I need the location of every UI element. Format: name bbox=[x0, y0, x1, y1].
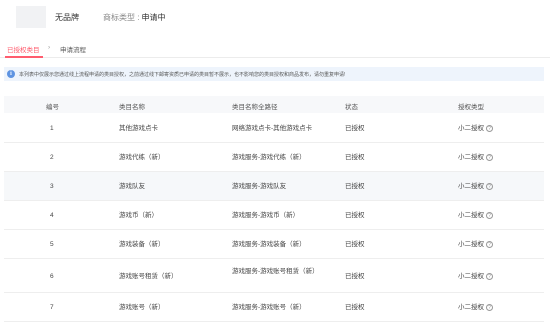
status-text: 已授权 bbox=[345, 154, 365, 161]
page-header: 无品牌 商标类型 : 申请中 bbox=[0, 0, 550, 34]
tab-bar: 已授权类目 › 申请流程 bbox=[0, 38, 550, 58]
auth-type-label: 小二授权 bbox=[458, 154, 484, 161]
table-body: 1 其他游戏点卡 网络游戏点卡-其他游戏点卡 已授权 小二授权? 2 游戏代练（新） 游戏服务… bbox=[4, 113, 544, 322]
notice-banner: i 本列表中仅展示您通过线上流程申请的类目授权，之前通过线下邮寄资质已申请的类目… bbox=[4, 67, 544, 81]
tab-authorized-categories[interactable]: 已授权类目 bbox=[7, 44, 40, 54]
status-text: 已授权 bbox=[345, 304, 365, 311]
auth-type: 小二授权? bbox=[458, 153, 493, 162]
auth-type-label: 小二授权 bbox=[458, 212, 484, 219]
category-path: 游戏服务-游戏代练（新） bbox=[232, 154, 306, 161]
column-header-category-name: 类目名称 bbox=[119, 104, 145, 111]
category-path: 游戏服务-游戏币（新） bbox=[232, 212, 300, 219]
auth-type-label: 小二授权 bbox=[458, 304, 484, 311]
table-header: 编号 类目名称 类目名称全路径 状态 授权类型 bbox=[4, 96, 544, 113]
category-path: 网络游戏点卡-其他游戏点卡 bbox=[232, 125, 313, 132]
auth-type: 小二授权? bbox=[458, 303, 493, 312]
row-number: 3 bbox=[50, 183, 54, 190]
category-path: 游戏服务-游戏账号租赁（新） bbox=[232, 268, 319, 275]
tab-application-process[interactable]: 申请流程 bbox=[60, 44, 86, 54]
auth-type: 小二授权? bbox=[458, 240, 493, 249]
auth-type-label: 小二授权 bbox=[458, 183, 484, 190]
help-icon[interactable]: ? bbox=[486, 124, 493, 132]
help-icon[interactable]: ? bbox=[486, 211, 493, 219]
auth-type: 小二授权? bbox=[458, 211, 493, 220]
category-name: 游戏代练（新） bbox=[119, 154, 165, 161]
active-tab-indicator bbox=[5, 56, 43, 58]
help-icon[interactable]: ? bbox=[486, 272, 493, 280]
row-number: 2 bbox=[50, 154, 54, 161]
auth-type-label: 小二授权 bbox=[458, 273, 484, 280]
category-name: 其他游戏点卡 bbox=[119, 125, 158, 132]
row-number: 7 bbox=[50, 304, 54, 311]
status-text: 已授权 bbox=[345, 125, 365, 132]
category-table: 编号 类目名称 类目名称全路径 状态 授权类型 1 其他游戏点卡 网络游戏点卡-其他… bbox=[4, 96, 544, 322]
help-icon[interactable]: ? bbox=[486, 182, 493, 190]
category-name: 游戏币（新） bbox=[119, 212, 158, 219]
column-header-number: 编号 bbox=[46, 104, 59, 111]
row-number: 5 bbox=[50, 241, 54, 248]
brand-name: 无品牌 bbox=[55, 13, 79, 22]
tab-separator: › bbox=[48, 44, 51, 51]
info-icon: i bbox=[7, 70, 15, 78]
brand-type-label: 商标类型 : bbox=[103, 13, 140, 22]
category-path: 游戏服务-游戏账号（新） bbox=[232, 304, 306, 311]
brand-type-value: 申请中 bbox=[141, 13, 166, 22]
table-row: 2 游戏代练（新） 游戏服务-游戏代练（新） 已授权 小二授权? bbox=[4, 143, 544, 172]
category-name: 游戏账号（新） bbox=[119, 304, 165, 311]
row-number: 6 bbox=[50, 273, 54, 280]
brand-logo bbox=[16, 6, 46, 28]
notice-text: 本列表中仅展示您通过线上流程申请的类目授权，之前通过线下邮寄资质已申请的类目暂不… bbox=[19, 72, 346, 78]
help-icon[interactable]: ? bbox=[486, 240, 493, 248]
help-icon[interactable]: ? bbox=[486, 153, 493, 161]
help-icon[interactable]: ? bbox=[486, 303, 493, 311]
status-text: 已授权 bbox=[345, 241, 365, 248]
auth-type: 小二授权? bbox=[458, 272, 493, 281]
status-text: 已授权 bbox=[345, 183, 365, 190]
table-row: 1 其他游戏点卡 网络游戏点卡-其他游戏点卡 已授权 小二授权? bbox=[4, 113, 544, 143]
table-row: 7 游戏账号（新） 游戏服务-游戏账号（新） 已授权 小二授权? bbox=[4, 293, 544, 322]
auth-type-label: 小二授权 bbox=[458, 125, 484, 132]
category-name: 游戏队友 bbox=[119, 183, 145, 190]
table-row: 6 游戏账号租赁（新） 游戏服务-游戏账号租赁（新） 已授权 小二授权? bbox=[4, 259, 544, 293]
column-header-category-path: 类目名称全路径 bbox=[232, 104, 278, 111]
category-name: 游戏装备（新） bbox=[119, 241, 165, 248]
table-row: 3 游戏队友 游戏服务-游戏队友 已授权 小二授权? bbox=[4, 172, 544, 201]
auth-type-label: 小二授权 bbox=[458, 241, 484, 248]
category-path: 游戏服务-游戏队友 bbox=[232, 183, 287, 190]
table-row: 5 游戏装备（新） 游戏服务-游戏装备（新） 已授权 小二授权? bbox=[4, 230, 544, 259]
row-number: 1 bbox=[50, 125, 54, 132]
status-text: 已授权 bbox=[345, 273, 365, 280]
brand-type: 商标类型 : 申请中 bbox=[103, 12, 165, 23]
column-header-status: 状态 bbox=[345, 104, 358, 111]
table-row: 4 游戏币（新） 游戏服务-游戏币（新） 已授权 小二授权? bbox=[4, 201, 544, 230]
category-path: 游戏服务-游戏装备（新） bbox=[232, 241, 306, 248]
status-text: 已授权 bbox=[345, 212, 365, 219]
auth-type: 小二授权? bbox=[458, 124, 493, 133]
row-number: 4 bbox=[50, 212, 54, 219]
column-header-auth-type: 授权类型 bbox=[458, 104, 484, 111]
auth-type: 小二授权? bbox=[458, 182, 493, 191]
category-name: 游戏账号租赁（新） bbox=[119, 273, 178, 280]
